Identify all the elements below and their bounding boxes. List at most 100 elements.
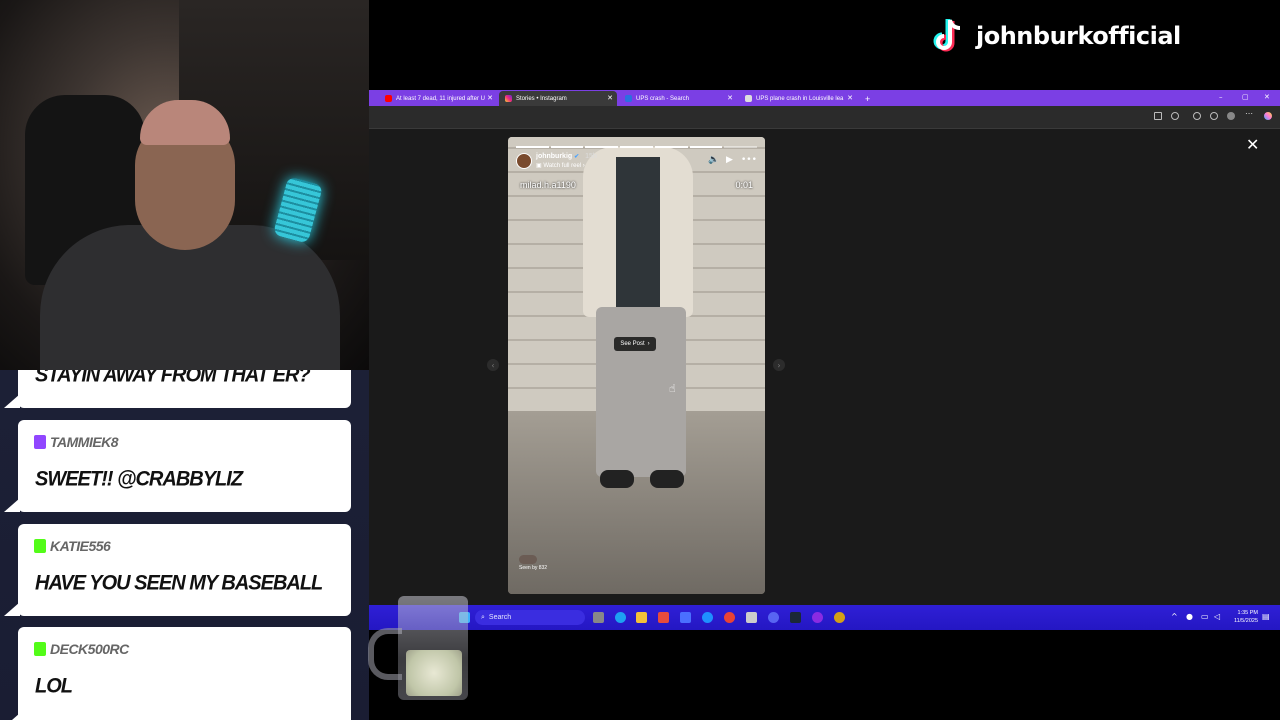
story-person-shirt [616,157,660,307]
mug-contents [406,650,462,696]
watch-full-reel-link[interactable]: ▣ Watch full reel › [536,162,597,169]
favorites-icon[interactable] [1210,112,1218,120]
edge-browser-icon[interactable] [615,612,626,623]
app-icon[interactable] [812,612,823,623]
microphone-icon[interactable]: ● [1186,612,1193,621]
tab-news-video[interactable]: At least 7 dead, 11 injured after U ✕ [379,91,497,106]
viewer-avatars[interactable] [519,555,537,564]
search-icon [625,95,632,102]
favorite-star-icon[interactable] [1171,112,1179,120]
previous-story-button[interactable]: ‹ [487,359,499,371]
kick-icon [34,539,46,553]
file-explorer-icon[interactable] [636,612,647,623]
avatar[interactable] [516,153,532,169]
story-username[interactable]: johnburkig [536,153,572,160]
watch-full-reel-label: Watch full reel [543,163,582,169]
tab-instagram-stories[interactable]: Stories • Instagram ✕ [499,91,617,106]
browser-window: At least 7 dead, 11 injured after U ✕ St… [369,90,1280,605]
notification-icon[interactable]: ▤ [1262,612,1270,621]
twitch-icon [34,435,46,449]
see-post-button[interactable]: See Post › [614,337,656,351]
search-icon: ⌕ [481,613,485,621]
tiktok-handle: johnburkofficial [976,22,1181,50]
minimize-icon[interactable]: – [1219,93,1223,101]
story-viewer[interactable]: johnburkig ✔ 15h ▣ Watch full reel › 🔈 ▶… [508,137,765,594]
story-header: johnburkig ✔ 15h ▣ Watch full reel › [516,153,597,169]
next-story-button[interactable]: › [773,359,785,371]
tiktok-logo-icon [930,16,966,56]
tab-actions-icon[interactable] [1154,112,1162,120]
chat-overlay: STAYIN AWAY FROM THAT ER? TAMMIEK8 SWEET… [0,370,369,720]
chat-username: TAMMIEK8 [34,434,119,450]
task-view-icon[interactable] [593,612,604,623]
app-icon[interactable] [746,612,757,623]
taskbar-clock[interactable]: 1:35 PM 11/5/2025 [1234,609,1258,625]
tab-ups-search[interactable]: UPS crash - Search ✕ [619,91,737,106]
mug-handle [368,628,402,680]
instagram-icon [505,95,512,102]
skype-icon[interactable] [702,612,713,623]
news-icon [745,95,752,102]
copilot-icon[interactable] [1264,112,1272,120]
reel-icon: ▣ [536,163,542,169]
new-tab-button[interactable]: + [859,91,873,106]
clock-time: 1:35 PM [1237,610,1258,616]
tab-ups-news[interactable]: UPS plane crash in Louisville lea ✕ [739,91,857,106]
chat-username-text: KATIE556 [50,538,111,554]
tab-close-icon[interactable]: ✕ [607,94,613,102]
seen-by-count[interactable]: Seen by 832 [519,565,547,571]
tab-close-icon[interactable]: ✕ [727,94,733,102]
chat-username-text: DECK500RC [50,641,129,657]
app-icon[interactable] [680,612,691,623]
chat-message-text: STAYIN AWAY FROM THAT ER? [35,370,311,387]
story-person-shoe [600,470,634,488]
tab-label: At least 7 dead, 11 injured after U [396,95,485,102]
chat-message-text: SWEET!! @CRABBYLIZ [35,467,243,491]
windows-taskbar: ⌕ Search ^ ● ▭ ◁ 1:35 PM 11/5/2025 ▤ [369,605,1280,630]
verified-badge-icon: ✔ [574,154,580,160]
story-person-shoe [650,470,684,488]
see-post-label: See Post [620,341,645,347]
tab-bar: At least 7 dead, 11 injured after U ✕ St… [369,90,1280,106]
taskbar-search[interactable]: ⌕ Search [475,610,585,625]
chat-message-text: HAVE YOU SEEN MY BASEBALL [35,571,323,595]
clock-date: 11/5/2025 [1233,618,1258,624]
hand-cursor-icon: ☝ [669,382,676,395]
chat-username: DECK500RC [34,641,129,657]
chrome-icon[interactable] [724,612,735,623]
tab-close-icon[interactable]: ✕ [487,94,493,102]
more-options-icon[interactable]: ••• [741,155,757,165]
app-icon[interactable] [834,612,845,623]
more-options-icon[interactable]: ⋯ [1245,109,1253,118]
chat-message: STAYIN AWAY FROM THAT ER? [4,370,351,408]
story-timestamp: 15h [585,153,597,160]
close-stories-icon[interactable]: ✕ [1246,135,1259,154]
play-icon[interactable]: ▶ [726,155,733,165]
tab-label: UPS plane crash in Louisville lea [756,95,844,102]
profile-avatar-icon[interactable] [1227,112,1235,120]
tab-close-icon[interactable]: ✕ [847,94,853,102]
tiktok-watermark: johnburkofficial [930,16,1181,56]
discord-icon[interactable] [768,612,779,623]
chat-username: KATIE556 [34,538,111,554]
steam-icon[interactable] [790,612,801,623]
kick-icon [34,642,46,656]
chevron-up-icon[interactable]: ^ [1171,612,1178,621]
close-window-icon[interactable]: ✕ [1264,93,1270,101]
mute-icon[interactable]: 🔈 [708,155,719,165]
taskbar-search-placeholder: Search [488,614,512,621]
page-viewport: ‹ › ✕ johnburkig ✔ 15h ▣ Watch full reel… [369,129,1280,605]
tab-label: Stories • Instagram [516,95,567,102]
chat-message: KATIE556 HAVE YOU SEEN MY BASEBALL [4,524,351,616]
chat-message: TAMMIEK8 SWEET!! @CRABBYLIZ [4,420,351,512]
calendar-app-icon[interactable] [658,612,669,623]
story-progress-bar [516,146,758,148]
youtube-icon [385,95,392,102]
story-tagged-user: milad.h.a1190 [520,180,576,190]
network-icon[interactable]: ▭ [1201,612,1209,621]
story-duration: 0:01 [735,180,753,190]
maximize-icon[interactable]: ▢ [1242,93,1249,101]
webcam-feed [0,0,369,370]
volume-icon[interactable]: ◁ [1214,612,1220,621]
extensions-icon[interactable] [1193,112,1201,120]
